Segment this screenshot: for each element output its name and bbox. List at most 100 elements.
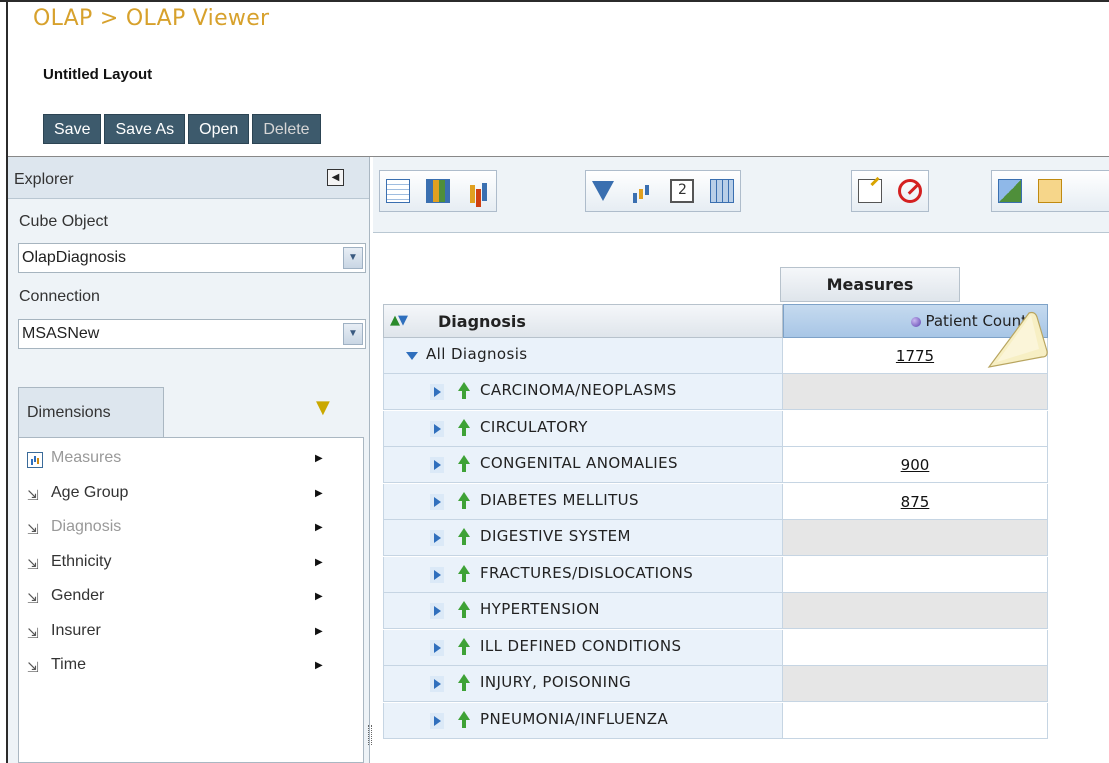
splitter-handle[interactable]: [368, 725, 372, 745]
row-label-cell: HYPERTENSION: [383, 593, 783, 629]
dimension-item[interactable]: ⇲ Gender ▶: [19, 584, 363, 619]
sort-icon[interactable]: ▲▼: [390, 313, 408, 328]
grid-and-chart-view-icon[interactable]: [426, 179, 450, 203]
drill-up-icon[interactable]: [458, 491, 470, 509]
dimension-item[interactable]: ⇲ Insurer ▶: [19, 619, 363, 654]
delete-button[interactable]: Delete: [252, 114, 321, 144]
open-button[interactable]: Open: [188, 114, 250, 144]
hierarchy-icon: ⇲: [27, 521, 39, 537]
explorer-title: Explorer: [14, 171, 74, 188]
value-cell: [783, 520, 1048, 556]
cube-object-select[interactable]: OlapDiagnosis ▼: [18, 243, 366, 273]
filter-icon[interactable]: ▼: [316, 397, 330, 418]
drill-up-icon[interactable]: [458, 674, 470, 691]
connection-label: Connection: [19, 288, 100, 305]
expand-arrow-icon[interactable]: ▶: [315, 522, 323, 533]
grid-options-icon[interactable]: [710, 179, 734, 203]
expand-arrow-icon[interactable]: ▶: [315, 626, 323, 637]
expand-icon[interactable]: [434, 423, 441, 434]
expand-icon[interactable]: [434, 533, 441, 543]
dimension-item[interactable]: ⇲ Diagnosis ▶: [19, 515, 363, 550]
expand-arrow-icon[interactable]: ▶: [315, 591, 323, 602]
explorer-header: Explorer ◀: [8, 157, 369, 199]
value-cell: 875: [783, 483, 1048, 520]
drill-up-icon[interactable]: [458, 528, 470, 545]
row-label-cell: ILL DEFINED CONDITIONS: [383, 629, 783, 666]
dimension-item[interactable]: Measures ▶: [19, 446, 363, 481]
cube-object-value: OlapDiagnosis: [22, 249, 127, 266]
connection-select[interactable]: MSASNew ▼: [18, 319, 366, 349]
collapse-icon[interactable]: [406, 352, 418, 360]
expand-arrow-icon[interactable]: ▶: [315, 488, 323, 499]
dimension-item[interactable]: ⇲ Time ▶: [19, 653, 363, 688]
diagnosis-header[interactable]: ▲▼ Diagnosis: [383, 304, 783, 338]
dimensions-list: Measures ▶ ⇲ Age Group ▶ ⇲ Diagnosis ▶ ⇲ Ethnicit…: [18, 437, 364, 763]
edit-icon[interactable]: [858, 179, 882, 203]
drill-up-icon[interactable]: [458, 710, 470, 728]
expand-icon[interactable]: [434, 387, 441, 397]
dimension-label: Gender: [51, 587, 105, 604]
row-label: DIGESTIVE SYSTEM: [480, 527, 631, 545]
save-button[interactable]: Save: [43, 114, 102, 144]
hierarchy-icon: ⇲: [27, 555, 39, 572]
value-cell: [783, 629, 1048, 666]
row-label: PNEUMONIA/INFLUENZA: [480, 709, 669, 728]
clear-icon[interactable]: [898, 179, 922, 203]
value-link[interactable]: 900: [901, 456, 930, 474]
dimensions-panel: Dimensions ▼ Measures ▶ ⇲ Age Group ▶ ⇲ Diagno…: [18, 387, 364, 763]
row-label: CONGENITAL ANOMALIES: [480, 454, 678, 472]
expand-icon[interactable]: [434, 569, 441, 580]
chart-view-icon[interactable]: [466, 179, 490, 203]
measures-icon: [27, 452, 43, 468]
filter-icon[interactable]: [592, 181, 614, 201]
row-label: All Diagnosis: [426, 345, 528, 363]
value-cell: [783, 593, 1048, 629]
expand-arrow-icon[interactable]: ▶: [315, 660, 323, 671]
drill-up-icon[interactable]: [458, 564, 470, 582]
grid-view-icon[interactable]: [386, 179, 410, 203]
save-as-button[interactable]: Save As: [104, 114, 186, 144]
drill-up-icon[interactable]: [458, 455, 470, 472]
row-label: FRACTURES/DISLOCATIONS: [480, 563, 694, 582]
value-link[interactable]: 875: [901, 493, 930, 511]
measures-header[interactable]: Measures: [780, 267, 960, 302]
hierarchy-icon: ⇲: [27, 659, 39, 675]
dimension-label: Insurer: [51, 621, 101, 639]
chart-type-icon[interactable]: [630, 179, 654, 203]
value-cell: [783, 556, 1048, 593]
tooltip-pointer-icon: [987, 311, 1048, 368]
drill-up-icon[interactable]: [458, 637, 470, 655]
table-row: INJURY, POISONING: [383, 666, 1048, 702]
breadcrumb[interactable]: OLAP > OLAP Viewer: [33, 6, 269, 31]
chevron-down-icon[interactable]: ▼: [343, 323, 363, 345]
table-row: CIRCULATORY: [383, 410, 1048, 447]
drill-up-icon[interactable]: [458, 382, 470, 399]
expand-icon[interactable]: [434, 715, 441, 726]
dimension-label: Age Group: [51, 483, 129, 501]
print-icon[interactable]: [1038, 179, 1062, 203]
export-icon[interactable]: [998, 179, 1022, 203]
layout-title: Untitled Layout: [43, 66, 153, 83]
dimension-item[interactable]: ⇲ Ethnicity ▶: [19, 550, 363, 585]
drill-up-icon[interactable]: [458, 418, 470, 436]
expand-icon[interactable]: [434, 460, 441, 470]
expand-icon[interactable]: [434, 496, 441, 507]
table-row: HYPERTENSION: [383, 593, 1048, 629]
dimension-label: Ethnicity: [51, 552, 112, 570]
expand-arrow-icon[interactable]: ▶: [315, 557, 323, 568]
dimension-item[interactable]: ⇲ Age Group ▶: [19, 481, 363, 516]
collapse-panel-button[interactable]: ◀: [327, 169, 344, 186]
measure-dot-icon: [911, 317, 922, 327]
value-link[interactable]: 1775: [896, 347, 934, 365]
expand-icon[interactable]: [434, 679, 441, 689]
expand-icon[interactable]: [434, 606, 441, 616]
expand-icon[interactable]: [434, 642, 441, 653]
swap-axes-icon[interactable]: [670, 179, 694, 203]
tab-dimensions[interactable]: Dimensions: [18, 387, 164, 437]
table-row-all: All Diagnosis 1775: [383, 338, 1048, 374]
chevron-down-icon[interactable]: ▼: [343, 247, 363, 269]
table-row: DIGESTIVE SYSTEM: [383, 520, 1048, 556]
drill-up-icon[interactable]: [458, 601, 470, 618]
expand-arrow-icon[interactable]: ▶: [315, 453, 323, 464]
olap-toolbar: [373, 157, 1109, 233]
